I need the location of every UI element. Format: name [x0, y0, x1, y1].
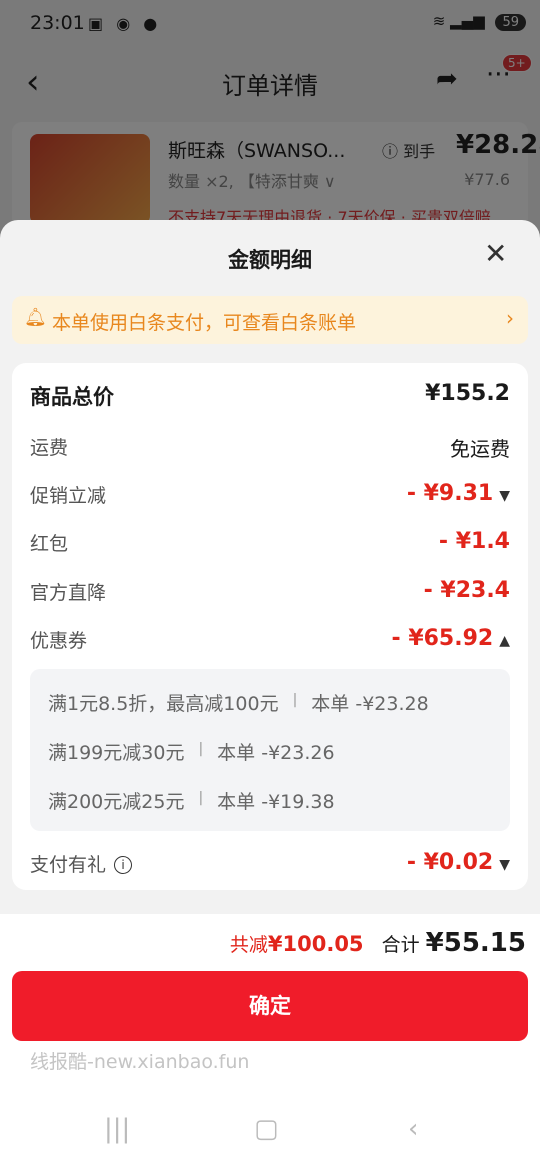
promo-label: 促销立减: [30, 485, 107, 507]
promo-value-wrap: - ¥9.31 ▼: [407, 481, 510, 506]
row-pay-gift[interactable]: 支付有礼 i - ¥0.02 ▼: [30, 850, 510, 880]
recent-apps-icon[interactable]: |||: [104, 1114, 130, 1144]
pay-gift-label: 支付有礼: [30, 854, 107, 876]
redpacket-label: 红包: [30, 533, 69, 555]
close-icon[interactable]: ✕: [484, 240, 507, 268]
summary-line: 共减¥100.05 合计 ¥55.15: [230, 928, 526, 958]
notice-text: 本单使用白条支付，可查看白条账单: [52, 312, 357, 334]
official-value: - ¥23.4: [423, 578, 510, 603]
shipping-value: 免运费: [450, 437, 510, 461]
goods-total-label: 商品总价: [30, 385, 114, 409]
divider: |: [198, 741, 204, 757]
row-redpacket: 红包 - ¥1.4: [30, 529, 510, 559]
row-official-discount: 官方直降 - ¥23.4: [30, 578, 510, 608]
chevron-down-icon[interactable]: ▼: [499, 857, 510, 873]
coupon-value-wrap: - ¥65.92 ▲: [392, 626, 510, 651]
divider: |: [292, 692, 298, 708]
home-icon[interactable]: ▢: [254, 1114, 279, 1144]
reduce-value: ¥100.05: [267, 932, 364, 956]
coupon-rule: 满200元减25元: [48, 791, 185, 813]
coupon-rule: 满199元减30元: [48, 742, 185, 764]
coupon-detail-list: 满1元8.5折，最高减100元 | 本单 -¥23.28 满199元减30元 | 本单 …: [30, 669, 510, 831]
list-item: 满199元减30元 | 本单 -¥23.26: [48, 738, 335, 765]
sheet-title: 金额明细: [228, 248, 312, 272]
goods-total-value: ¥155.2: [425, 381, 510, 406]
coupon-amount: 本单 -¥23.26: [217, 742, 335, 764]
pay-gift-value: - ¥0.02: [406, 850, 494, 875]
chevron-right-icon: ›: [506, 306, 514, 330]
pay-gift-value-wrap: - ¥0.02 ▼: [407, 850, 510, 875]
chevron-down-icon[interactable]: ▼: [499, 488, 510, 504]
amount-detail-sheet: 金额明细 ✕ 🔔︎ 本单使用白条支付，可查看白条账单 › 商品总价 ¥155.2…: [0, 220, 540, 1170]
coupon-amount: 本单 -¥23.28: [311, 693, 429, 715]
bottom-bar: 共减¥100.05 合计 ¥55.15 确定 线报酷-new.xianbao.f…: [0, 914, 540, 1170]
shipping-label: 运费: [30, 437, 69, 459]
price-breakdown-card: 商品总价 ¥155.2 运费 免运费 促销立减 - ¥9.31 ▼ 红包 - ¥1…: [12, 363, 528, 890]
official-label: 官方直降: [30, 582, 107, 604]
coupon-value: - ¥65.92: [391, 626, 494, 651]
row-goods-total: 商品总价 ¥155.2: [30, 381, 510, 411]
coupon-label: 优惠券: [30, 630, 88, 652]
confirm-button[interactable]: 确定: [12, 971, 528, 1041]
reduce-label: 共减: [229, 934, 268, 956]
row-promo[interactable]: 促销立减 - ¥9.31 ▼: [30, 481, 510, 511]
pay-gift-label-wrap: 支付有礼 i: [30, 850, 133, 877]
total-label: 合计: [381, 934, 420, 956]
chevron-up-icon[interactable]: ▲: [499, 633, 510, 649]
row-coupon[interactable]: 优惠券 - ¥65.92 ▲: [30, 626, 510, 656]
baitiao-notice[interactable]: 🔔︎ 本单使用白条支付，可查看白条账单 ›: [12, 296, 528, 344]
info-icon[interactable]: i: [114, 856, 133, 874]
list-item: 满200元减25元 | 本单 -¥19.38: [48, 787, 335, 814]
row-shipping: 运费 免运费: [30, 433, 510, 463]
promo-value: - ¥9.31: [406, 481, 494, 506]
bell-icon: 🔔︎: [24, 307, 47, 328]
list-item: 满1元8.5折，最高减100元 | 本单 -¥23.28: [48, 689, 429, 716]
back-icon[interactable]: ‹: [408, 1114, 418, 1144]
total-value: ¥55.15: [425, 928, 526, 958]
coupon-rule: 满1元8.5折，最高减100元: [48, 693, 279, 715]
coupon-amount: 本单 -¥19.38: [217, 791, 335, 813]
watermark: 线报酷-new.xianbao.fun: [30, 1051, 250, 1073]
system-nav-bar: ||| ▢ ‹: [0, 1114, 540, 1154]
divider: |: [198, 790, 204, 806]
redpacket-value: - ¥1.4: [438, 529, 510, 554]
